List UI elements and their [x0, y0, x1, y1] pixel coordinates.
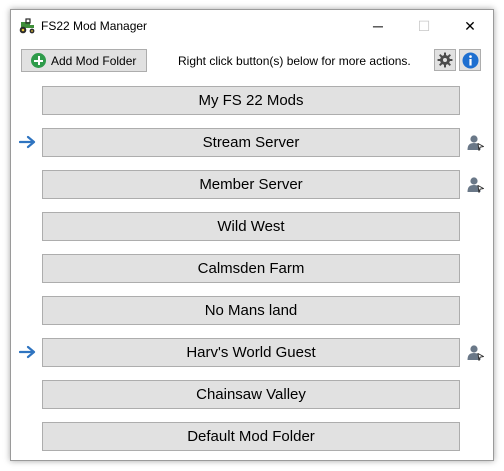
info-button[interactable]	[459, 49, 481, 71]
active-arrow-icon	[19, 345, 36, 359]
mod-folder-button[interactable]: Wild West	[42, 212, 460, 241]
toolbar: Add Mod Folder Right click button(s) bel…	[11, 42, 493, 82]
user-icon[interactable]	[467, 344, 485, 361]
hint-text: Right click button(s) below for more act…	[178, 54, 411, 68]
mod-folder-row: Default Mod Folder	[11, 422, 493, 451]
mod-folder-row: No Mans land	[11, 296, 493, 325]
window-title: FS22 Mod Manager	[41, 19, 148, 33]
app-window: FS22 Mod Manager ─ ☐ ✕ Add Mod Folder Ri…	[10, 9, 494, 461]
mod-folder-button[interactable]: Chainsaw Valley	[42, 380, 460, 409]
mod-folder-row: Calmsden Farm	[11, 254, 493, 283]
mod-folder-button[interactable]: Harv's World Guest	[42, 338, 460, 367]
settings-button[interactable]	[434, 49, 456, 71]
add-mod-folder-label: Add Mod Folder	[51, 53, 137, 68]
mod-folder-button[interactable]: My FS 22 Mods	[42, 86, 460, 115]
mod-folder-button[interactable]: No Mans land	[42, 296, 460, 325]
user-icon[interactable]	[467, 134, 485, 151]
mod-folder-button[interactable]: Stream Server	[42, 128, 460, 157]
mod-folder-button[interactable]: Calmsden Farm	[42, 254, 460, 283]
mod-folder-button[interactable]: Member Server	[42, 170, 460, 199]
mod-folder-row: Chainsaw Valley	[11, 380, 493, 409]
info-icon	[462, 52, 478, 68]
gear-icon	[437, 52, 453, 68]
mod-folder-row: Wild West	[11, 212, 493, 241]
minimize-button[interactable]: ─	[355, 10, 401, 42]
tractor-icon	[19, 18, 35, 34]
mod-folder-row: Member Server	[11, 170, 493, 199]
title-bar[interactable]: FS22 Mod Manager ─ ☐ ✕	[11, 10, 493, 42]
plus-icon	[31, 53, 46, 68]
add-mod-folder-button[interactable]: Add Mod Folder	[21, 49, 147, 72]
close-button[interactable]: ✕	[447, 10, 493, 42]
maximize-button[interactable]: ☐	[401, 10, 447, 42]
mod-folder-button[interactable]: Default Mod Folder	[42, 422, 460, 451]
mod-folder-row: Stream Server	[11, 128, 493, 157]
mod-folder-row: Harv's World Guest	[11, 338, 493, 367]
user-icon[interactable]	[467, 176, 485, 193]
mod-folder-row: My FS 22 Mods	[11, 86, 493, 115]
active-arrow-icon	[19, 135, 36, 149]
